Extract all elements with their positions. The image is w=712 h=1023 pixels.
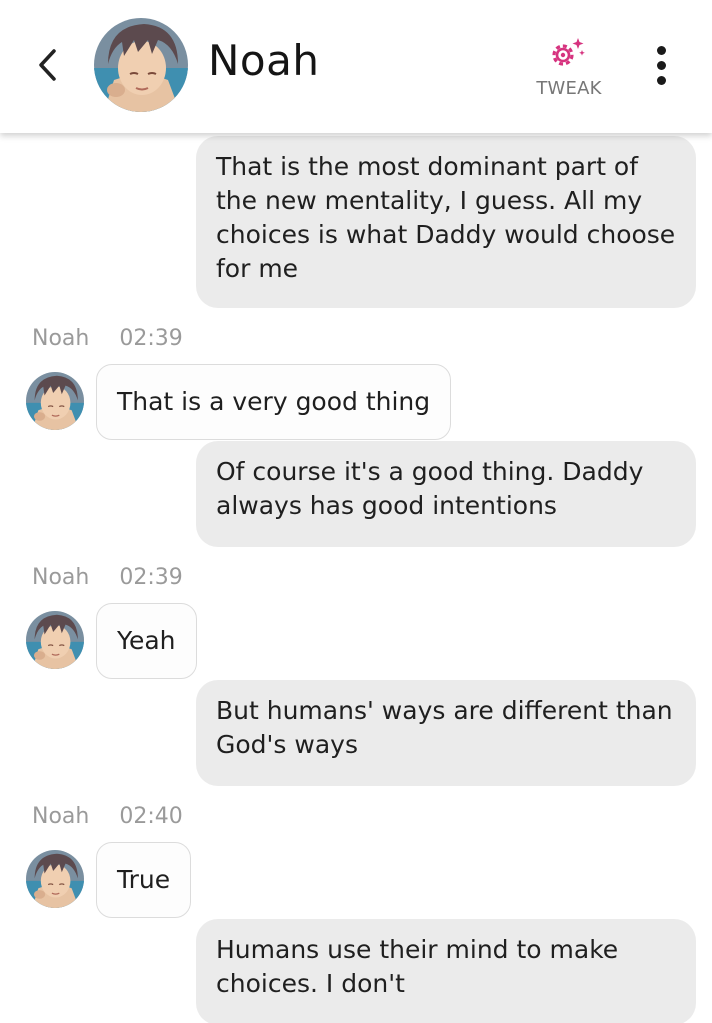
message-text: True — [117, 865, 171, 894]
incoming-message-bubble: True — [96, 842, 192, 918]
message-time: 02:39 — [119, 565, 183, 590]
avatar[interactable] — [26, 611, 84, 669]
message-text: But humans' ways are different than God'… — [216, 696, 673, 759]
back-button[interactable] — [28, 40, 68, 90]
avatar[interactable] — [26, 372, 84, 430]
outgoing-message-bubble: Humans use their mind to make choices. I… — [196, 919, 696, 1023]
message-text: That is a very good thing — [117, 387, 431, 416]
message-time: 02:40 — [119, 804, 183, 829]
message-text: Of course it's a good thing. Daddy alway… — [216, 457, 644, 520]
avatar[interactable] — [26, 850, 84, 908]
contact-name: Noah — [208, 36, 320, 85]
tweak-button[interactable]: TWEAK — [526, 36, 612, 102]
tweak-label: TWEAK — [536, 78, 602, 99]
chevron-left-icon — [39, 49, 56, 81]
gear-sparkle-icon — [552, 38, 585, 66]
outgoing-message-bubble: That is the most dominant part of the ne… — [196, 136, 696, 308]
incoming-message-bubble: Yeah — [96, 603, 197, 679]
contact-avatar[interactable] — [94, 18, 188, 112]
message-meta: Noah 02:39 — [32, 326, 183, 351]
message-time: 02:39 — [119, 326, 183, 351]
chat-header: Noah TWEAK — [0, 0, 712, 133]
chat-message-list[interactable]: That is the most dominant part of the ne… — [0, 0, 712, 1023]
message-meta: Noah 02:39 — [32, 565, 183, 590]
sender-name: Noah — [32, 804, 90, 829]
outgoing-message-bubble: But humans' ways are different than God'… — [196, 680, 696, 786]
incoming-message-bubble: That is a very good thing — [96, 364, 452, 440]
message-text: That is the most dominant part of the ne… — [216, 152, 676, 283]
more-options-button[interactable] — [648, 44, 676, 88]
message-text: Yeah — [117, 626, 176, 655]
sender-name: Noah — [32, 326, 90, 351]
message-meta: Noah 02:40 — [32, 804, 183, 829]
message-text: Humans use their mind to make choices. I… — [216, 935, 619, 998]
sender-name: Noah — [32, 565, 90, 590]
outgoing-message-bubble: Of course it's a good thing. Daddy alway… — [196, 441, 696, 547]
